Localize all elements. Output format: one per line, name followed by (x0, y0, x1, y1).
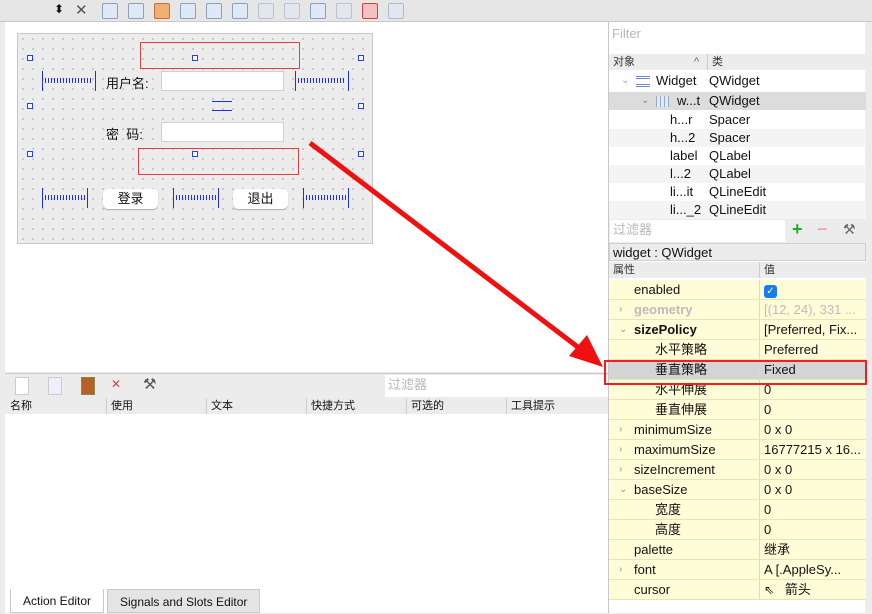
annotation-arrow (308, 141, 867, 385)
highlight-box (604, 360, 867, 385)
arrow-head (569, 335, 603, 367)
arrow-shaft (308, 141, 585, 353)
